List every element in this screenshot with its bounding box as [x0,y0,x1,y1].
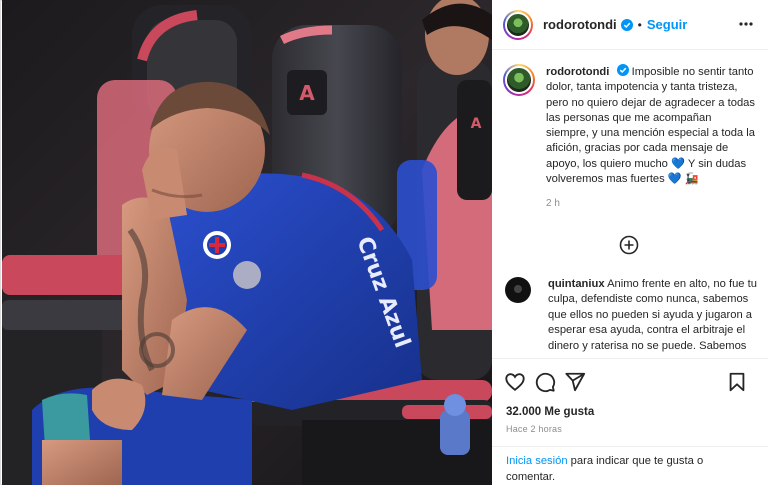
action-icons-row [504,371,760,393]
caption: rodorotondi Imposible no sentir tanto do… [503,64,761,212]
login-prompt: Inicia sesión para indicar que te gusta … [492,446,768,485]
post-side-panel: rodorotondi • Seguir rodorotondi Imposib… [492,0,768,485]
caption-verified-icon [616,64,629,76]
verified-badge-icon [620,18,633,31]
comment-body: quintaniux Animo frente en alto, no fue … [548,277,758,356]
caption-body: rodorotondi Imposible no sentir tanto do… [546,64,756,212]
save-bookmark-icon[interactable] [726,371,748,393]
author-username[interactable]: rodorotondi [543,17,617,32]
load-more-comments-icon[interactable] [619,235,639,255]
post-header: rodorotondi • Seguir [492,0,768,50]
photo-illustration: A A Cruz Azul [2,0,492,485]
author-avatar[interactable] [503,9,533,40]
like-count[interactable]: 32.000 Me gusta [506,406,594,418]
login-link[interactable]: Inicia sesión [506,455,568,467]
comment-bubble-icon[interactable] [534,371,556,393]
caption-text: Imposible no sentir tanto dolor, tanta i… [546,66,755,186]
post-photo[interactable]: A A Cruz Azul [2,0,492,485]
post-timestamp[interactable]: Hace 2 horas [506,424,562,434]
commenter-username[interactable]: quintaniux [548,278,605,290]
svg-text:A: A [299,81,315,105]
caption-username[interactable]: rodorotondi [546,66,609,78]
more-options-icon[interactable] [738,16,754,32]
follow-button[interactable]: Seguir [647,17,687,32]
like-heart-icon[interactable] [504,371,526,393]
svg-text:A: A [471,116,482,132]
comment-item: quintaniux Animo frente en alto, no fue … [505,277,763,356]
comments-section[interactable]: rodorotondi Imposible no sentir tanto do… [492,51,768,356]
caption-author-avatar[interactable] [503,64,535,96]
share-paper-plane-icon[interactable] [564,371,586,393]
caption-timestamp[interactable]: 2 h [546,196,756,211]
header-separator: • [637,17,642,32]
post-actions: 32.000 Me gusta Hace 2 horas Inicia sesi… [492,358,768,485]
commenter-avatar[interactable] [505,277,531,303]
